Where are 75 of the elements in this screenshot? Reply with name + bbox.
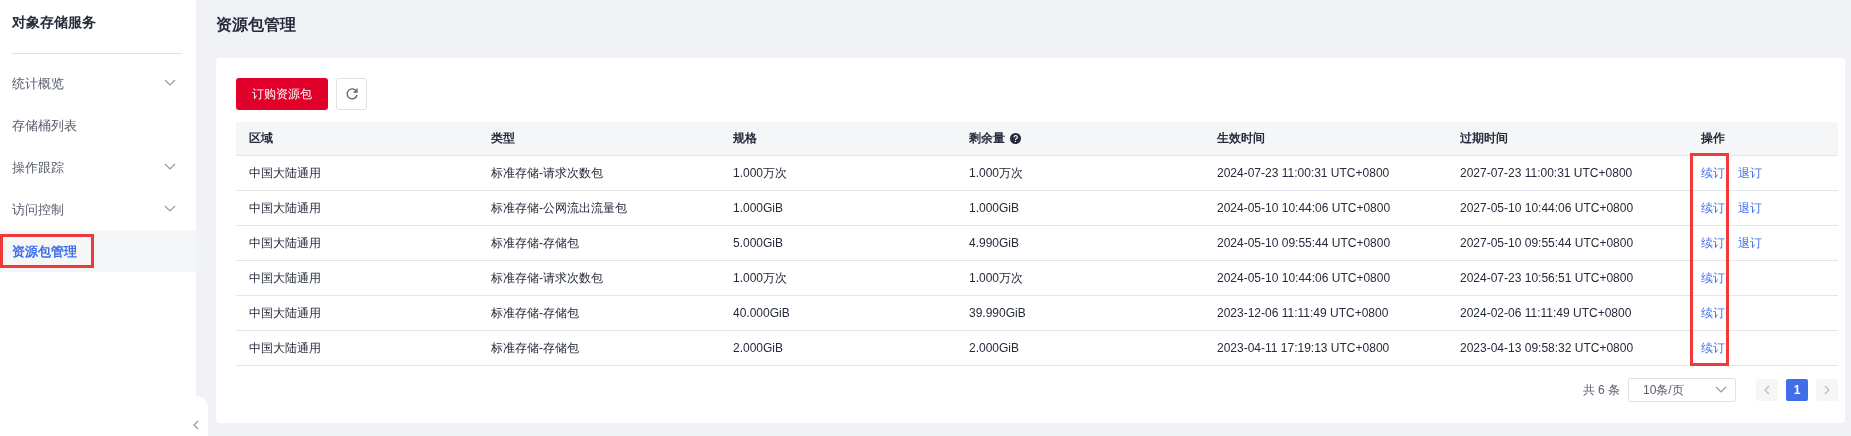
order-package-button[interactable]: 订购资源包 (236, 78, 328, 110)
page-size-select[interactable]: 10条/页 (1628, 378, 1736, 402)
sidebar-item[interactable]: 资源包管理 (0, 230, 196, 272)
chevron-left-icon (1764, 385, 1770, 395)
table-cell-text: 中国大陆通用 (248, 164, 322, 182)
chevron-down-icon (164, 79, 176, 87)
action-link[interactable]: 退订 (1738, 199, 1762, 217)
table-cell-text: 2027-07-23 11:00:31 UTC+0800 (1459, 165, 1634, 182)
previous-page-button[interactable] (1756, 379, 1778, 401)
column-header: 剩余量 (956, 122, 1204, 155)
total-count: 共 6 条 (1582, 381, 1620, 399)
page-button[interactable]: 1 (1786, 379, 1808, 401)
chevron-left-icon (193, 420, 199, 430)
sidebar-item[interactable]: 访问控制 (0, 188, 196, 230)
table-cell-text: 标准存储-存储包 (490, 304, 580, 322)
column-header: 规格 (732, 130, 758, 147)
action-link[interactable]: 续订 (1701, 164, 1725, 182)
refresh-button[interactable] (336, 78, 367, 110)
table-cell-text: 2024-02-06 11:11:49 UTC+0800 (1459, 305, 1633, 322)
action-link[interactable]: 续订 (1701, 304, 1725, 322)
table-cell-text: 中国大陆通用 (248, 269, 322, 287)
action-link[interactable]: 退订 (1738, 164, 1762, 182)
chevron-right-icon (1824, 385, 1830, 395)
column-header: 生效时间 (1216, 130, 1266, 147)
table-cell-text: 中国大陆通用 (248, 199, 322, 217)
table-cell-text: 标准存储-存储包 (490, 339, 580, 357)
refresh-icon (344, 87, 359, 101)
column-header: 操作 (1700, 130, 1726, 147)
sidebar-item[interactable]: 统计概览 (0, 62, 196, 104)
table-cell-text: 1.000万次 (968, 164, 1025, 182)
sidebar-item[interactable]: 存储桶列表 (0, 104, 196, 146)
table-cell-text: 中国大陆通用 (248, 339, 322, 357)
next-page-button[interactable] (1816, 379, 1838, 401)
sidebar-title: 对象存储服务 (12, 0, 182, 54)
chevron-down-icon (1715, 386, 1727, 394)
action-link[interactable]: 续订 (1701, 234, 1725, 252)
table-cell-text: 39.990GiB (968, 305, 1027, 322)
table-cell-text: 中国大陆通用 (248, 304, 322, 322)
page-title: 资源包管理 (216, 15, 297, 35)
table-cell-text: 2024-05-10 09:55:44 UTC+0800 (1216, 235, 1392, 252)
table-cell-text: 1.000万次 (732, 164, 789, 182)
table-cell-text: 标准存储-请求次数包 (490, 164, 604, 182)
sidebar-item[interactable]: 操作跟踪 (0, 146, 196, 188)
table-cell-text: 2.000GiB (968, 340, 1021, 357)
table-cell-text: 4.990GiB (968, 235, 1021, 252)
table-cell-text: 标准存储-存储包 (490, 234, 580, 252)
table-cell-text: 2.000GiB (732, 340, 785, 357)
table-cell-text: 2027-05-10 10:44:06 UTC+0800 (1459, 200, 1635, 217)
table-cell-text: 1.000万次 (968, 269, 1025, 287)
table-cell-text: 2023-04-11 17:19:13 UTC+0800 (1216, 340, 1391, 357)
table-cell-text: 2023-04-13 09:58:32 UTC+0800 (1459, 340, 1635, 357)
column-header: 区域 (248, 130, 274, 147)
table-cell-text: 2024-05-10 10:44:06 UTC+0800 (1216, 200, 1392, 217)
table-cell-text: 40.000GiB (732, 305, 791, 322)
table-cell-text: 2024-07-23 10:56:51 UTC+0800 (1459, 270, 1635, 287)
action-link[interactable]: 续订 (1701, 339, 1725, 357)
table-cell-text: 5.000GiB (732, 235, 785, 252)
table-cell-text: 2024-07-23 11:00:31 UTC+0800 (1216, 165, 1391, 182)
table-cell-text: 标准存储-请求次数包 (490, 269, 604, 287)
table-cell-text: 1.000GiB (732, 200, 785, 217)
help-icon[interactable] (1010, 133, 1021, 144)
action-link[interactable]: 退订 (1738, 234, 1762, 252)
action-link[interactable]: 续订 (1701, 269, 1725, 287)
chevron-down-icon (164, 205, 176, 213)
column-header: 过期时间 (1459, 130, 1509, 147)
table-cell-text: 1.000万次 (732, 269, 789, 287)
table-cell-text: 2024-05-10 10:44:06 UTC+0800 (1216, 270, 1392, 287)
table-cell-text: 标准存储-公网流出流量包 (490, 199, 628, 217)
table-cell-text: 中国大陆通用 (248, 234, 322, 252)
table-cell-text: 2023-12-06 11:11:49 UTC+0800 (1216, 305, 1390, 322)
chevron-down-icon (164, 163, 176, 171)
action-link[interactable]: 续订 (1701, 199, 1725, 217)
column-header: 类型 (490, 130, 516, 147)
table-cell-text: 2027-05-10 09:55:44 UTC+0800 (1459, 235, 1635, 252)
table-cell-text: 1.000GiB (968, 200, 1021, 217)
